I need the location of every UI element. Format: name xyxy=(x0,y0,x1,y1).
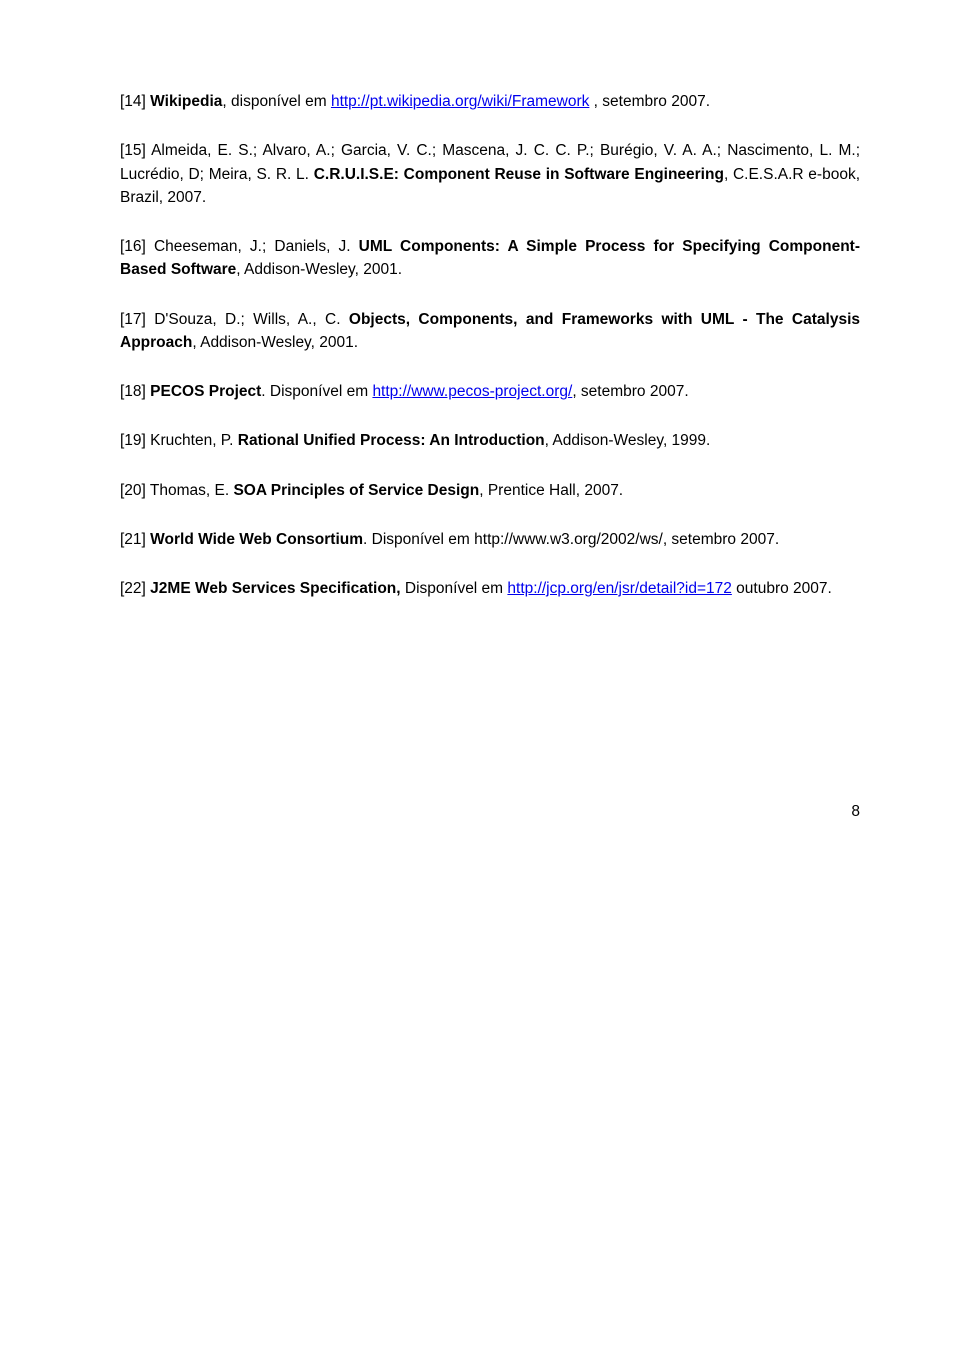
ref-link[interactable]: http://jcp.org/en/jsr/detail?id=172 xyxy=(507,580,731,597)
ref-prefix: [14] xyxy=(120,93,150,110)
ref-suffix: , Addison-Wesley, 2001. xyxy=(236,261,402,278)
ref-title: World Wide Web Consortium xyxy=(150,531,363,548)
ref-suffix: outubro 2007. xyxy=(732,580,832,597)
ref-prefix: [21] xyxy=(120,531,150,548)
ref-title: J2ME Web Services Specification, xyxy=(150,580,400,597)
reference-14: [14] Wikipedia, disponível em http://pt.… xyxy=(120,90,860,113)
ref-title: Rational Unified Process: An Introductio… xyxy=(238,432,545,449)
ref-mid: . Disponível em xyxy=(261,383,372,400)
ref-title: PECOS Project xyxy=(150,383,261,400)
ref-prefix: [18] xyxy=(120,383,150,400)
ref-title: Wikipedia xyxy=(150,93,222,110)
ref-title: C.R.U.I.S.E: Component Reuse in Software… xyxy=(314,166,724,183)
reference-16: [16] Cheeseman, J.; Daniels, J. UML Comp… xyxy=(120,235,860,282)
ref-suffix: , Prentice Hall, 2007. xyxy=(479,482,623,499)
ref-prefix: [16] Cheeseman, J.; Daniels, J. xyxy=(120,238,359,255)
ref-mid: , disponível em xyxy=(222,93,331,110)
ref-mid: Disponível em xyxy=(401,580,508,597)
reference-17: [17] D'Souza, D.; Wills, A., C. Objects,… xyxy=(120,308,860,355)
ref-suffix: , setembro 2007. xyxy=(572,383,688,400)
reference-22: [22] J2ME Web Services Specification, Di… xyxy=(120,577,860,600)
ref-prefix: [20] Thomas, E. xyxy=(120,482,233,499)
reference-18: [18] PECOS Project. Disponível em http:/… xyxy=(120,380,860,403)
reference-15: [15] Almeida, E. S.; Alvaro, A.; Garcia,… xyxy=(120,139,860,209)
ref-suffix: , Addison-Wesley, 1999. xyxy=(545,432,711,449)
reference-20: [20] Thomas, E. SOA Principles of Servic… xyxy=(120,479,860,502)
reference-19: [19] Kruchten, P. Rational Unified Proce… xyxy=(120,429,860,452)
ref-prefix: [17] D'Souza, D.; Wills, A., C. xyxy=(120,311,349,328)
page-number: 8 xyxy=(120,800,860,823)
reference-21: [21] World Wide Web Consortium. Disponív… xyxy=(120,528,860,551)
ref-prefix: [22] xyxy=(120,580,150,597)
ref-link[interactable]: http://www.pecos-project.org/ xyxy=(372,383,572,400)
ref-prefix: [19] Kruchten, P. xyxy=(120,432,238,449)
ref-suffix: , Addison-Wesley, 2001. xyxy=(192,334,358,351)
ref-suffix: . Disponível em http://www.w3.org/2002/w… xyxy=(363,531,779,548)
ref-suffix: , setembro 2007. xyxy=(589,93,710,110)
ref-title: SOA Principles of Service Design xyxy=(233,482,479,499)
ref-link[interactable]: http://pt.wikipedia.org/wiki/Framework xyxy=(331,93,589,110)
